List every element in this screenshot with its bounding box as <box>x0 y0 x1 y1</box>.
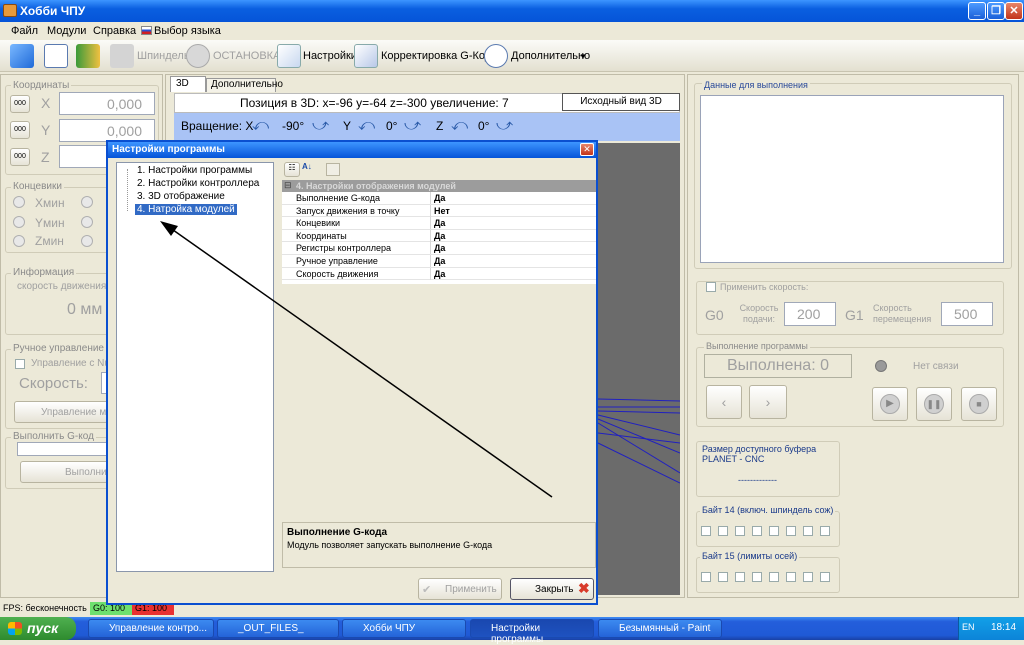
task-browser[interactable]: Управление контро... <box>88 619 214 638</box>
task-settings[interactable]: Настройки программы <box>470 619 594 645</box>
clock: 18:14 <box>991 622 1017 633</box>
annotation-arrow <box>160 221 553 498</box>
windows-logo-icon <box>8 622 22 635</box>
taskbar: пуск Управление контро... _OUT_FILES_ Хо… <box>0 617 1024 645</box>
start-label: пуск <box>27 620 59 636</box>
task-folder[interactable]: _OUT_FILES_ <box>217 619 339 638</box>
lang-indicator[interactable]: EN <box>962 622 975 632</box>
system-tray: EN 18:14 <box>958 617 1024 640</box>
task-paint[interactable]: Безымянный - Paint <box>598 619 722 638</box>
task-hobby-cnc[interactable]: Хобби ЧПУ <box>342 619 466 638</box>
start-button[interactable]: пуск <box>0 617 76 640</box>
